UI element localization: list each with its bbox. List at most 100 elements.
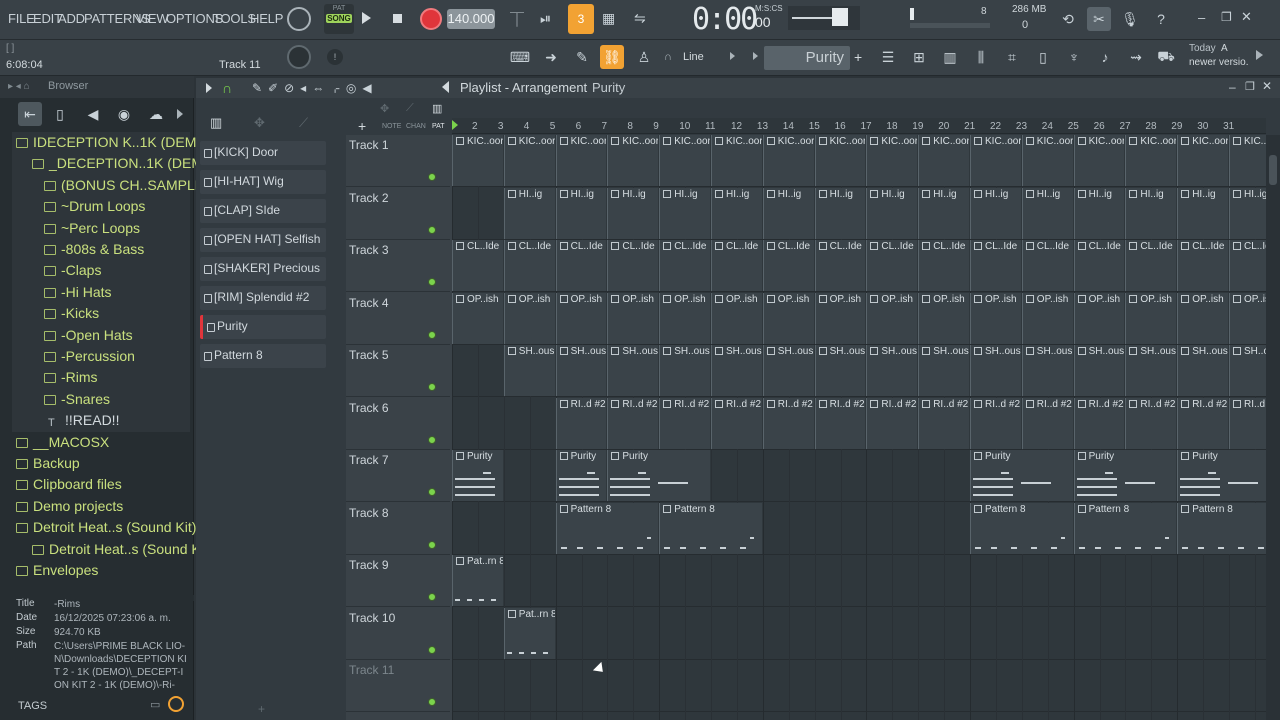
track-header[interactable]: Track 5: [346, 345, 450, 397]
playlist-clip[interactable]: HI..ig: [1021, 187, 1073, 239]
wave-icon[interactable]: ⇝: [1124, 45, 1148, 69]
playlist-clip[interactable]: SH..ous: [711, 345, 762, 396]
track-header[interactable]: Track 7: [346, 450, 450, 502]
playlist-clip[interactable]: SH..ous: [814, 345, 866, 396]
tuner-icon[interactable]: ♪: [1093, 45, 1117, 69]
track-header[interactable]: Track 8: [346, 503, 450, 555]
track-lane[interactable]: [452, 555, 1266, 607]
help-icon[interactable]: ?: [1149, 7, 1173, 31]
pattern-link-icon[interactable]: ⟋: [299, 115, 308, 131]
track-mute-led[interactable]: [428, 173, 436, 181]
menu-help[interactable]: HELP: [250, 11, 283, 26]
browser-files-icon[interactable]: ▯: [48, 102, 72, 126]
playlist-clip[interactable]: RI..d #2: [711, 397, 762, 449]
playlist-clip[interactable]: SH..ous: [503, 345, 555, 396]
tab-pat[interactable]: PAT: [432, 123, 445, 130]
track-header[interactable]: Track 11: [346, 660, 450, 712]
playlist-clip[interactable]: HI..ig: [503, 187, 555, 239]
master-volume-knob[interactable]: [287, 7, 311, 31]
playlist-clip[interactable]: Purity: [970, 450, 1073, 501]
playlist-minimize-icon[interactable]: –: [1229, 80, 1236, 94]
arrow-right-icon[interactable]: ➜: [539, 45, 563, 69]
playlist-clip[interactable]: OP..ish: [1229, 292, 1266, 344]
tab-note[interactable]: NOTE: [382, 123, 401, 130]
plugin-icon[interactable]: ♆: [1062, 45, 1086, 69]
chan-icon[interactable]: ⟋: [406, 102, 414, 115]
browser-item[interactable]: __MACOSX: [16, 434, 204, 455]
playlist-clip[interactable]: Pattern 8: [659, 502, 762, 554]
playlist-clip[interactable]: OP..ish: [918, 292, 969, 344]
playlist-clip[interactable]: OP..ish: [607, 292, 659, 344]
track-lane[interactable]: [452, 660, 1266, 712]
playlist-clip[interactable]: KIC..oor: [452, 135, 503, 186]
playlist-clip[interactable]: CL..Ide: [452, 240, 503, 291]
playlist-clip[interactable]: RI..d #2: [1229, 397, 1266, 449]
playlist-clip[interactable]: KIC..oor: [1073, 135, 1125, 186]
tempo-display[interactable]: 140.000: [447, 9, 495, 29]
track-header[interactable]: Track 3: [346, 240, 450, 292]
playlist-clip[interactable]: HI..ig: [866, 187, 918, 239]
pattern-list-icon[interactable]: ✥: [254, 115, 265, 131]
timeline-ruler[interactable]: 2 3 4 5 6 7 8 9 10 11 12 13 14 15 16 17 18 19 20 21 22 23 24 25…: [452, 118, 1266, 134]
playlist-clip[interactable]: HI..ig: [814, 187, 866, 239]
playlist-clip[interactable]: SH..ous: [866, 345, 918, 396]
minimize-icon[interactable]: –: [1198, 10, 1205, 25]
vertical-scrollbar[interactable]: [1266, 135, 1280, 720]
playlist-clip[interactable]: OP..ish: [1073, 292, 1125, 344]
track-header[interactable]: Track 9: [346, 555, 450, 607]
playlist-clip[interactable]: RI..d #2: [607, 397, 659, 449]
playhead-marker[interactable]: [452, 120, 458, 130]
browser-item[interactable]: Clipboard files: [16, 476, 204, 497]
playlist-clip[interactable]: KIC..oor: [1229, 135, 1266, 186]
snap-arrow-icon[interactable]: [730, 52, 735, 60]
pattern-selector[interactable]: Purity: [764, 46, 850, 70]
stop-icon[interactable]: [393, 14, 402, 23]
playlist-clip[interactable]: KIC..oor: [711, 135, 762, 186]
playlist-clip[interactable]: HI..ig: [711, 187, 762, 239]
audio-settings-icon[interactable]: ✂: [1087, 7, 1111, 31]
file-icon[interactable]: ▯: [1031, 45, 1055, 69]
playlist-clip[interactable]: CL..Ide: [918, 240, 969, 291]
playlist-clip[interactable]: Pattern 8: [970, 502, 1073, 554]
playlist-clip[interactable]: OP..ish: [1125, 292, 1177, 344]
track-header[interactable]: Track 6: [346, 398, 450, 450]
playlist-clip[interactable]: KIC..oor: [762, 135, 814, 186]
wait-input-icon[interactable]: ⏯: [540, 10, 562, 26]
playlist-clip[interactable]: RI..d #2: [762, 397, 814, 449]
master-pitch-knob[interactable]: [287, 45, 311, 69]
pat-icon[interactable]: ▥: [432, 102, 446, 115]
playlist-clip[interactable]: Pat..rn 8: [452, 555, 503, 606]
playlist-clip[interactable]: Pattern 8: [555, 502, 659, 554]
playlist-clip[interactable]: RI..d #2: [555, 397, 607, 449]
play-icon[interactable]: [362, 12, 371, 24]
pattern-prev-icon[interactable]: [753, 52, 758, 60]
playlist-clip[interactable]: SH..ous: [607, 345, 659, 396]
browser-item[interactable]: Backup: [16, 455, 204, 476]
browser-item[interactable]: Detroit Heat..s (Sound Kit): [16, 519, 204, 540]
browser-item[interactable]: IDECEPTION K..1K (DEMO): [16, 134, 204, 155]
playlist-clip[interactable]: OP..ish: [1177, 292, 1228, 344]
playlist-clip[interactable]: Pattern 8: [1073, 502, 1177, 554]
playlist-clip[interactable]: CL..Ide: [503, 240, 555, 291]
track-mute-led[interactable]: [428, 330, 436, 339]
magnet-snap-icon[interactable]: ∩: [222, 80, 232, 96]
pattern-item[interactable]: [CLAP] SIde: [200, 199, 326, 223]
playlist-clip[interactable]: KIC..oor: [814, 135, 866, 186]
track-mute-led[interactable]: [428, 540, 436, 549]
pattern-item[interactable]: [SHAKER] Precious: [200, 257, 326, 281]
link-icon[interactable]: ⛓: [600, 45, 624, 69]
track-mute-led[interactable]: [428, 593, 436, 601]
playlist-icon[interactable]: ☰: [876, 45, 900, 69]
track-mute-led[interactable]: [428, 383, 436, 391]
piano-roll-icon[interactable]: ⌨: [508, 45, 532, 69]
playlist-clip[interactable]: KIC..oor: [970, 135, 1021, 186]
tag-folder-icon[interactable]: ▭: [150, 698, 160, 711]
browser-item[interactable]: Detroit Heat..s (Sound Kit): [32, 541, 220, 562]
playlist-clip[interactable]: KIC..oor: [1177, 135, 1228, 186]
playlist-clip[interactable]: SH..ous: [1125, 345, 1177, 396]
playlist-clip[interactable]: CL..Ide: [711, 240, 762, 291]
loop-record-icon[interactable]: ⇋: [634, 10, 656, 26]
arrangement-grid[interactable]: KIC..oor KIC..oor KIC..oor KIC..oor KIC..oor…: [452, 135, 1266, 720]
playlist-clip[interactable]: Purity: [607, 450, 710, 501]
playlist-clip[interactable]: OP..ish: [452, 292, 503, 344]
